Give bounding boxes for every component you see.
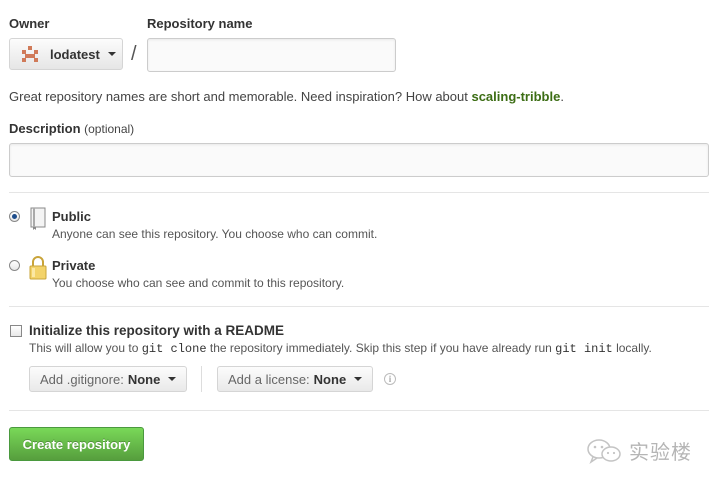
divider <box>9 306 709 307</box>
watermark: 实验楼 <box>585 436 692 465</box>
public-subtitle: Anyone can see this repository. You choo… <box>52 227 378 241</box>
chevron-down-icon <box>354 377 363 381</box>
init-sub-text: the repository immediately. Skip this st… <box>206 341 556 355</box>
license-prefix: Add a license: <box>228 371 310 387</box>
public-title: Public <box>52 209 92 224</box>
private-radio[interactable] <box>9 260 20 271</box>
chevron-down-icon <box>168 377 177 381</box>
gitignore-prefix: Add .gitignore: <box>40 371 124 387</box>
git-clone-code: git clone <box>141 342 207 356</box>
description-label: Description <box>9 121 81 136</box>
init-sub-text: locally. <box>612 341 652 355</box>
init-sub-text: This will allow you to <box>29 341 142 355</box>
watermark-text: 实验楼 <box>629 442 692 464</box>
create-repository-button[interactable]: Create repository <box>9 427 144 461</box>
divider <box>9 410 709 411</box>
description-input[interactable] <box>9 143 709 177</box>
owner-repo-separator: / <box>131 43 137 65</box>
private-title: Private <box>52 258 96 273</box>
repo-name-input[interactable] <box>147 38 396 72</box>
hint-text: Great repository names are short and mem… <box>9 89 472 104</box>
info-icon[interactable]: i <box>384 373 396 385</box>
repo-name-hint: Great repository names are short and mem… <box>9 89 564 104</box>
owner-select[interactable]: lodatest <box>9 38 123 70</box>
owner-label: Owner <box>9 16 50 31</box>
avatar <box>22 46 38 62</box>
private-subtitle: You choose who can see and commit to thi… <box>52 276 345 290</box>
gitignore-value: None <box>127 371 161 387</box>
repo-name-label: Repository name <box>147 16 253 31</box>
public-radio[interactable] <box>9 211 20 222</box>
gitignore-select[interactable]: Add .gitignore: None <box>29 366 188 392</box>
description-optional: (optional) <box>84 122 135 136</box>
name-suggestion-link[interactable]: scaling-tribble <box>471 89 560 104</box>
lock-icon <box>29 256 47 280</box>
init-readme-checkbox[interactable] <box>10 325 22 337</box>
chevron-down-icon <box>107 52 116 56</box>
repo-book-icon <box>30 207 46 230</box>
init-readme-subtitle: This will allow you to git clone the rep… <box>29 341 652 356</box>
git-init-code: git init <box>555 342 613 356</box>
divider <box>9 192 709 193</box>
hint-suffix: . <box>560 89 564 104</box>
wechat-icon <box>587 438 621 464</box>
description-label-row: Description (optional) <box>9 121 134 136</box>
license-select[interactable]: Add a license: None <box>217 366 374 392</box>
license-value: None <box>313 371 347 387</box>
divider <box>201 366 202 392</box>
owner-name: lodatest <box>50 46 100 62</box>
init-readme-title: Initialize this repository with a README <box>29 323 285 338</box>
